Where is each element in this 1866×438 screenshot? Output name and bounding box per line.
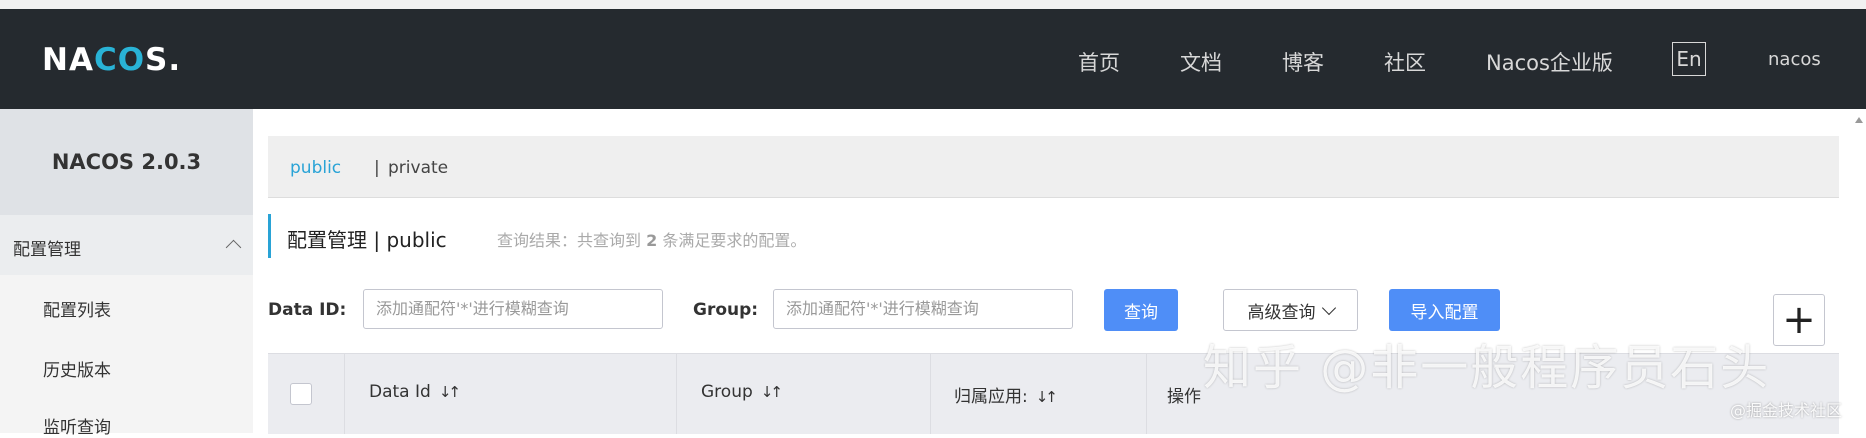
logo-text-accent: CO — [93, 42, 146, 78]
namespace-separator: | — [374, 158, 380, 178]
column-group[interactable]: Group ↓↑ — [701, 382, 783, 402]
nav-enterprise[interactable]: Nacos企业版 — [1486, 47, 1613, 77]
group-label: Group: — [693, 300, 759, 320]
group-input[interactable]: 添加通配符'*'进行模糊查询 — [773, 289, 1073, 329]
language-toggle-button[interactable]: En — [1672, 42, 1706, 76]
column-label: 归属应用: — [954, 387, 1028, 407]
watermark-text: 知乎 @非一般程序员石头 — [1203, 340, 1771, 396]
column-label: Group — [701, 382, 753, 402]
add-config-button[interactable]: + — [1773, 294, 1825, 346]
sidebar-item-config-list[interactable]: 配置列表 — [43, 296, 111, 321]
nav-community[interactable]: 社区 — [1384, 47, 1426, 77]
chevron-down-icon — [1321, 300, 1336, 315]
scrollbar-up-arrow[interactable] — [1855, 117, 1863, 123]
title-accent-bar — [268, 214, 271, 258]
nav-docs[interactable]: 文档 — [1180, 47, 1222, 77]
sidebar-group-label: 配置管理 — [13, 240, 81, 260]
query-result-text: 查询结果：共查询到 2 条满足要求的配置。 — [497, 227, 806, 251]
sidebar-item-listener-query[interactable]: 监听查询 — [43, 413, 111, 438]
result-suffix: 条满足要求的配置。 — [657, 231, 807, 250]
sidebar: NACOS 2.0.3 配置管理 配置列表 历史版本 监听查询 — [0, 109, 253, 438]
column-data-id[interactable]: Data Id ↓↑ — [369, 382, 461, 402]
top-header: NACOS. 首页 文档 博客 社区 Nacos企业版 En nacos — [0, 9, 1866, 109]
column-divider — [344, 354, 345, 434]
result-count: 2 — [646, 231, 658, 250]
nav-home[interactable]: 首页 — [1078, 47, 1120, 77]
nav-blog[interactable]: 博客 — [1282, 47, 1324, 77]
column-app[interactable]: 归属应用: ↓↑ — [954, 382, 1058, 407]
nacos-logo[interactable]: NACOS. — [42, 42, 181, 78]
column-divider — [930, 354, 931, 434]
sort-icon[interactable]: ↓↑ — [761, 383, 783, 401]
advanced-query-button[interactable]: 高级查询 — [1223, 289, 1358, 331]
query-button[interactable]: 查询 — [1104, 289, 1178, 331]
sidebar-item-history[interactable]: 历史版本 — [43, 356, 111, 381]
select-all-checkbox[interactable] — [290, 383, 312, 405]
namespace-private[interactable]: private — [388, 158, 448, 178]
logo-text-tail: S. — [145, 42, 182, 78]
column-label: Data Id — [369, 382, 431, 402]
sort-icon[interactable]: ↓↑ — [1036, 388, 1058, 406]
user-name[interactable]: nacos — [1768, 49, 1821, 70]
watermark-secondary: @掘金技术社区 — [1730, 401, 1843, 420]
sort-icon[interactable]: ↓↑ — [439, 383, 461, 401]
browser-top-strip — [0, 0, 1866, 9]
logo-text-main: NA — [42, 42, 94, 78]
sidebar-version: NACOS 2.0.3 — [0, 109, 253, 215]
chevron-up-icon — [225, 239, 242, 256]
column-divider — [676, 354, 677, 434]
page-title: 配置管理 | public — [287, 228, 447, 252]
column-actions: 操作 — [1167, 387, 1201, 407]
import-config-button[interactable]: 导入配置 — [1389, 289, 1500, 331]
namespace-bar: public | private — [268, 136, 1839, 198]
data-id-label: Data ID: — [268, 300, 347, 320]
advanced-query-label: 高级查询 — [1247, 302, 1316, 323]
data-id-input[interactable]: 添加通配符'*'进行模糊查询 — [363, 289, 663, 329]
result-prefix: 查询结果：共查询到 — [497, 231, 647, 250]
namespace-public[interactable]: public — [290, 158, 341, 178]
sidebar-group-config[interactable]: 配置管理 — [0, 215, 253, 275]
column-divider — [1146, 354, 1147, 434]
